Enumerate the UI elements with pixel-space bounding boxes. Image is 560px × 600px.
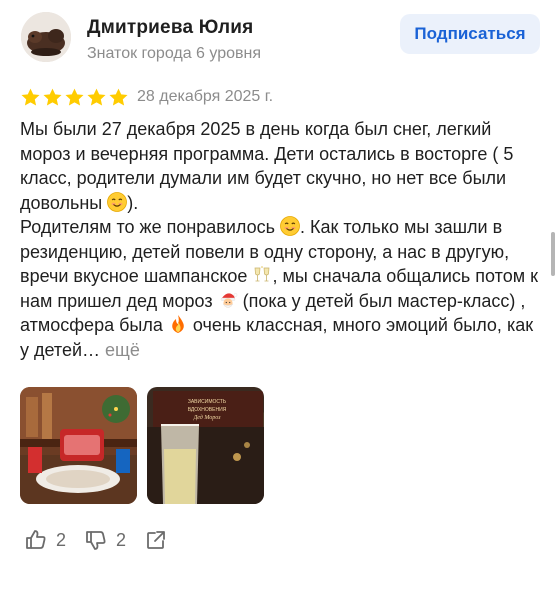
review-text-part: ). xyxy=(127,192,139,213)
read-more-link[interactable]: ещё xyxy=(105,340,140,360)
author-level: Знаток города 6 уровня xyxy=(87,45,262,62)
review-photo[interactable] xyxy=(20,387,137,504)
star-icon xyxy=(21,88,40,106)
star-icon xyxy=(87,88,106,106)
thumbs-up-icon xyxy=(26,530,46,549)
star-icon xyxy=(65,88,84,106)
review-paragraph-2: Родителям то же понравилось . Как только… xyxy=(20,215,545,362)
dislike-button[interactable]: 2 xyxy=(84,528,126,552)
share-icon xyxy=(147,531,165,549)
smiling-face-emoji-icon xyxy=(107,191,128,212)
like-button[interactable]: 2 xyxy=(24,528,66,552)
review-text-part: Родителям то же понравилось xyxy=(20,217,281,237)
thumbs-down-icon xyxy=(86,531,106,550)
like-count: 2 xyxy=(56,529,67,550)
champagne-glass-photo: ЗАВИСИМОСТЬ ВДОХНОВЕНИЯ Дед Мороз xyxy=(147,387,264,504)
review-photo[interactable]: ЗАВИСИМОСТЬ ВДОХНОВЕНИЯ Дед Мороз xyxy=(147,387,264,504)
review-text-part: Мы были 27 декабря 2025 в день когда был… xyxy=(20,119,514,213)
review-photos: ЗАВИСИМОСТЬ ВДОХНОВЕНИЯ Дед Мороз xyxy=(20,387,264,504)
rating-row: 28 декабря 2025 г. xyxy=(20,85,273,109)
dislike-count: 2 xyxy=(116,529,127,550)
subscribe-button[interactable]: Подписаться xyxy=(400,14,540,54)
review-text: Мы были 27 декабря 2025 в день когда был… xyxy=(20,117,545,362)
author-avatar[interactable] xyxy=(21,12,71,62)
author-name[interactable]: Дмитриева Юлия xyxy=(87,17,253,39)
fire-emoji-icon xyxy=(172,315,184,333)
photo-sign-text: ВДОХНОВЕНИЯ xyxy=(188,407,227,413)
review-actions: 2 2 xyxy=(24,528,186,552)
avatar-photo xyxy=(21,12,71,62)
review-date: 28 декабря 2025 г. xyxy=(137,88,274,105)
photo-sign-text: Дед Мороз xyxy=(192,414,221,421)
review-header: Дмитриева Юлия Знаток города 6 уровня По… xyxy=(0,0,560,80)
smiling-face-emoji-icon xyxy=(280,216,300,236)
residence-interior-photo xyxy=(20,387,137,504)
share-button[interactable] xyxy=(144,528,168,552)
star-icon xyxy=(109,88,128,106)
champagne-glasses-emoji-icon xyxy=(255,266,270,282)
santa-claus-emoji-icon xyxy=(220,292,237,308)
star-icon xyxy=(43,88,62,106)
scrollbar-thumb[interactable] xyxy=(551,232,555,276)
rating-stars xyxy=(20,87,129,108)
review-paragraph-1: Мы были 27 декабря 2025 в день когда был… xyxy=(20,117,545,215)
photo-sign-text: ЗАВИСИМОСТЬ xyxy=(188,399,227,405)
